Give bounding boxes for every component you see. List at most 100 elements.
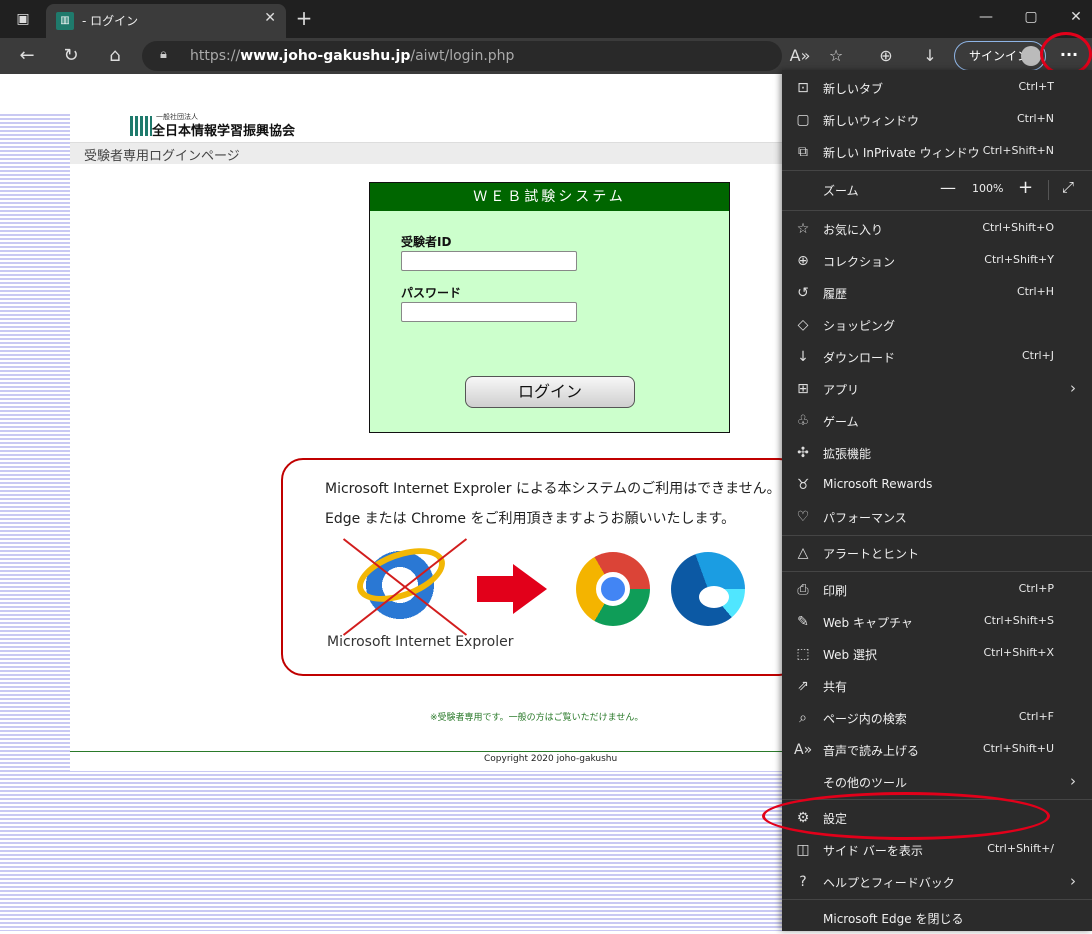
rewards-icon: ♉ <box>796 477 810 493</box>
title-bar: ▣ ▥ - ログイン ✕ + — ▢ ✕ <box>0 0 1092 38</box>
subheader: 受験者専用ログインページ <box>70 142 782 164</box>
find-icon: ⌕ <box>799 710 807 726</box>
menu-new-tab[interactable]: ⊡ 新しいタブ Ctrl+T <box>782 72 1092 104</box>
menu-apps[interactable]: ⊞ アプリ › <box>782 373 1092 405</box>
home-icon[interactable]: ⌂ <box>102 44 128 68</box>
games-icon: ♧ <box>796 413 810 429</box>
menu-collections[interactable]: ⊕ コレクション Ctrl+Shift+Y <box>782 245 1092 277</box>
highlight-circle-settings <box>762 792 1050 840</box>
print-icon: ⎙ <box>797 582 809 598</box>
zoom-value: 100% <box>972 182 1004 195</box>
menu-read-aloud[interactable]: A» 音声で読み上げる Ctrl+Shift+U <box>782 734 1092 766</box>
lock-icon[interactable]: 🔒︎ <box>160 47 167 62</box>
chevron-right-icon: › <box>1070 772 1076 790</box>
new-tab-icon: ⊡ <box>797 80 809 96</box>
login-button[interactable]: ログイン <box>465 376 635 408</box>
ie-caption: Microsoft Internet Exproler <box>327 634 514 650</box>
refresh-icon[interactable]: ↻ <box>58 44 84 68</box>
url-text[interactable]: https://www.joho-gakushu.jp/aiwt/login.p… <box>190 48 514 64</box>
menu-print[interactable]: ⎙ 印刷 Ctrl+P <box>782 574 1092 606</box>
menu-favorites[interactable]: ☆ お気に入り Ctrl+Shift+O <box>782 213 1092 245</box>
shopping-tag-icon: ◇ <box>797 317 809 333</box>
menu-shopping[interactable]: ◇ ショッピング <box>782 309 1092 341</box>
menu-zoom: ズーム — 100% + ⤢ <box>782 174 1092 206</box>
org-name: 全日本情報学習振興協会 <box>152 124 296 139</box>
menu-games[interactable]: ♧ ゲーム <box>782 405 1092 437</box>
web-select-icon: ⬚ <box>796 646 810 662</box>
zoom-out-icon[interactable]: — <box>940 178 956 197</box>
read-aloud-icon: A» <box>794 742 813 758</box>
maximize-icon[interactable]: ▢ <box>1017 6 1045 28</box>
tab-title: - ログイン <box>82 14 139 28</box>
chevron-right-icon: › <box>1070 872 1076 890</box>
page-content: 一般社団法人 全日本情報学習振興協会 受験者専用ログインページ ＷＥＢ試験システ… <box>70 113 801 771</box>
menu-extensions[interactable]: ✣ 拡張機能 <box>782 437 1092 469</box>
menu-separator <box>782 571 1092 572</box>
menu-separator <box>782 210 1092 211</box>
notice-line-2: Edge または Chrome をご利用頂きますようお願いいたします。 <box>325 511 736 527</box>
collections-icon: ⊕ <box>797 253 809 269</box>
menu-separator <box>782 170 1092 171</box>
collections-toolbar-icon[interactable]: ⊕ <box>874 44 898 68</box>
minimize-icon[interactable]: — <box>972 6 1000 28</box>
zoom-divider <box>1048 180 1049 200</box>
history-icon: ↺ <box>797 285 809 301</box>
notice-line-1: Microsoft Internet Exproler による本システムのご利用… <box>325 481 781 497</box>
bell-icon: △ <box>797 545 809 561</box>
address-bar[interactable]: 🔒︎ https://www.joho-gakushu.jp/aiwt/logi… <box>142 41 782 71</box>
password-input[interactable] <box>401 302 577 322</box>
site-favicon-icon: ▥ <box>56 12 74 30</box>
download-toolbar-icon[interactable]: ↓ <box>918 44 942 68</box>
copyright: Copyright 2020 joho-gakushu <box>484 754 618 764</box>
password-label: パスワード <box>401 286 462 300</box>
fullscreen-icon[interactable]: ⤢ <box>1062 178 1074 196</box>
members-only-note: ※受験者専用です。一般の方はご覧いただけません。 <box>430 713 644 723</box>
id-label: 受験者ID <box>401 235 452 249</box>
red-arrow-head-icon <box>513 564 547 614</box>
address-toolbar: ← ↻ ⌂ 🔒︎ https://www.joho-gakushu.jp/aiw… <box>0 38 1092 74</box>
edge-icon <box>671 552 745 626</box>
menu-separator <box>782 899 1092 900</box>
web-capture-icon: ✎ <box>797 614 809 630</box>
menu-downloads[interactable]: ↓ ダウンロード Ctrl+J <box>782 341 1092 373</box>
menu-new-window[interactable]: ▢ 新しいウィンドウ Ctrl+N <box>782 104 1092 136</box>
menu-close-edge[interactable]: Microsoft Edge を閉じる <box>782 902 1092 934</box>
login-title: ＷＥＢ試験システム <box>370 183 729 211</box>
chrome-icon <box>576 552 650 626</box>
active-tab[interactable]: ▥ - ログイン ✕ <box>46 4 286 38</box>
new-window-icon: ▢ <box>796 112 810 128</box>
menu-share[interactable]: ⇗ 共有 <box>782 670 1092 702</box>
menu-find[interactable]: ⌕ ページ内の検索 Ctrl+F <box>782 702 1092 734</box>
menu-inprivate[interactable]: ⧉ 新しい InPrivate ウィンドウ Ctrl+Shift+N <box>782 136 1092 168</box>
menu-history[interactable]: ↺ 履歴 Ctrl+H <box>782 277 1092 309</box>
menu-web-capture[interactable]: ✎ Web キャプチャ Ctrl+Shift+S <box>782 606 1092 638</box>
menu-separator <box>782 535 1092 536</box>
new-tab-plus-icon[interactable]: + <box>292 7 316 31</box>
tab-actions-icon[interactable]: ▣ <box>8 8 38 30</box>
menu-rewards[interactable]: ♉ Microsoft Rewards <box>782 469 1092 501</box>
id-input[interactable] <box>401 251 577 271</box>
add-favorite-icon[interactable]: ☆ <box>824 44 848 68</box>
zoom-in-icon[interactable]: + <box>1018 177 1033 198</box>
menu-web-select[interactable]: ⬚ Web 選択 Ctrl+Shift+X <box>782 638 1092 670</box>
org-logo-icon <box>130 116 152 136</box>
performance-icon: ♡ <box>796 509 810 525</box>
apps-icon: ⊞ <box>797 381 809 397</box>
menu-help[interactable]: ? ヘルプとフィードバック › <box>782 866 1092 898</box>
share-icon: ⇗ <box>797 678 809 694</box>
tab-close-icon[interactable]: ✕ <box>264 10 276 26</box>
signin-label: サインイン <box>969 49 1030 63</box>
red-arrow-icon <box>477 576 513 602</box>
menu-performance[interactable]: ♡ パフォーマンス <box>782 501 1092 533</box>
menu-alerts[interactable]: △ アラートとヒント <box>782 537 1092 569</box>
zoom-label: ズーム <box>823 184 859 198</box>
extensions-icon: ✣ <box>797 445 809 461</box>
back-icon[interactable]: ← <box>14 44 40 68</box>
read-aloud-toolbar-icon[interactable]: A» <box>788 44 812 68</box>
avatar <box>1021 46 1041 66</box>
window-close-icon[interactable]: ✕ <box>1062 6 1090 28</box>
login-panel: ＷＥＢ試験システム 受験者ID パスワード ログイン <box>369 182 730 433</box>
browser-notice-box: Microsoft Internet Exproler による本システムのご利用… <box>281 458 801 676</box>
signin-button[interactable]: サインイン <box>954 41 1046 71</box>
help-icon: ? <box>799 874 807 890</box>
